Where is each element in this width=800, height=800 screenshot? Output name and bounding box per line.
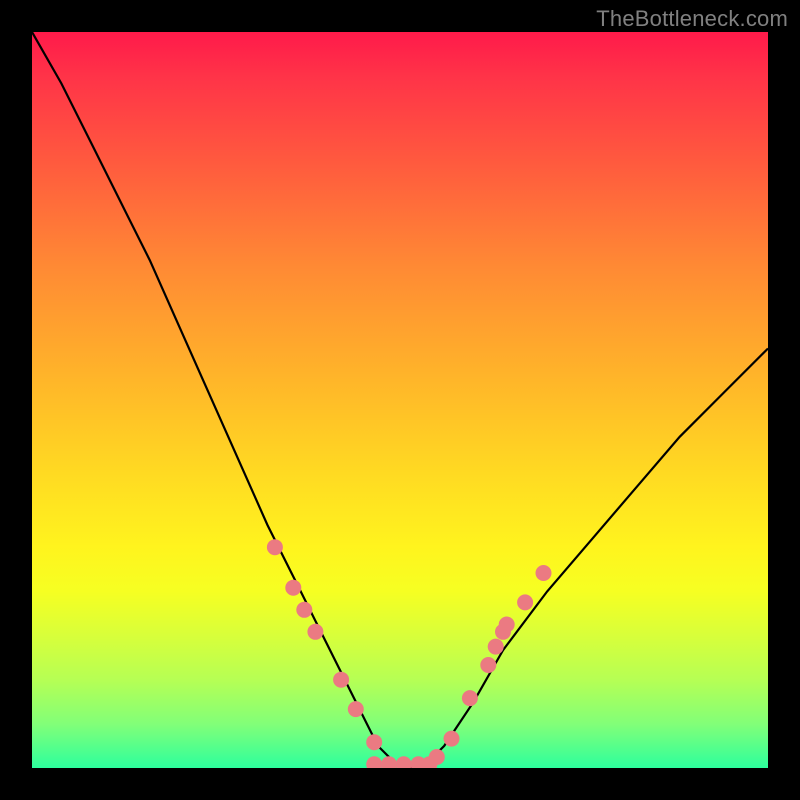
data-marker <box>396 756 412 768</box>
chart-frame: TheBottleneck.com <box>0 0 800 800</box>
data-marker <box>267 539 283 555</box>
chart-svg <box>32 32 768 768</box>
data-marker <box>333 672 349 688</box>
data-marker <box>366 734 382 750</box>
data-marker <box>536 565 552 581</box>
data-marker <box>444 731 460 747</box>
bottleneck-curve <box>32 32 768 768</box>
watermark-text: TheBottleneck.com <box>596 6 788 32</box>
data-marker <box>381 756 397 768</box>
data-marker <box>285 580 301 596</box>
data-marker <box>348 701 364 717</box>
data-marker <box>429 749 445 765</box>
data-marker <box>488 639 504 655</box>
plot-area <box>32 32 768 768</box>
data-marker <box>499 617 515 633</box>
data-marker <box>517 594 533 610</box>
data-marker <box>307 624 323 640</box>
data-marker <box>296 602 312 618</box>
data-marker <box>462 690 478 706</box>
data-marker <box>366 756 382 768</box>
data-marker <box>480 657 496 673</box>
